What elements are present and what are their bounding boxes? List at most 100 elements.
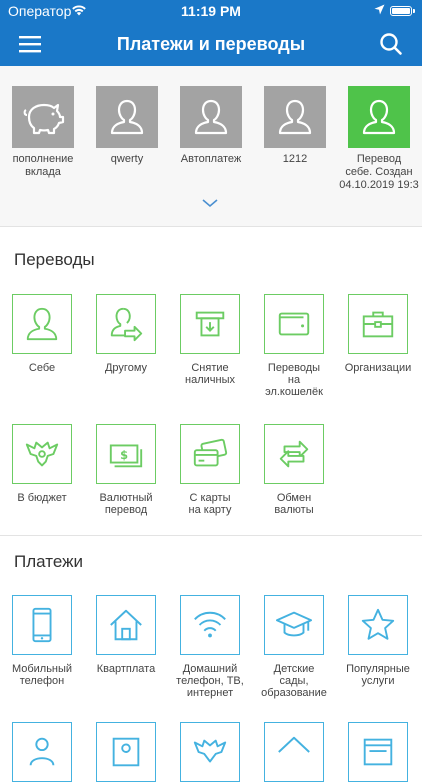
currency-transfer[interactable]: $ Валютный перевод (84, 424, 168, 516)
tile-label: Детские сады, образование (261, 663, 327, 699)
user-icon (26, 307, 58, 341)
payment-tile[interactable] (180, 595, 240, 655)
house-icon (110, 609, 142, 641)
section-title-payments: Платежи (14, 552, 83, 571)
wifi-icon (194, 611, 226, 638)
exchange-icon (279, 440, 309, 468)
recent-item-label: 1212 (282, 153, 308, 165)
transfer-to-other[interactable]: Другому (84, 294, 168, 374)
user-icon (110, 99, 144, 135)
payment-tile[interactable] (264, 722, 324, 782)
user-icon (362, 99, 396, 135)
tile-label: Мобильный телефон (11, 663, 73, 687)
payment-tile[interactable] (348, 722, 408, 782)
emblem-icon (25, 441, 59, 467)
battery-icon (390, 6, 415, 16)
recent-item-label: Перевод себе. Создан 04.10.2019 19:3 (339, 153, 419, 191)
tile-label: Снятие наличных (185, 362, 235, 386)
tile-label: Обмен валюты (274, 492, 314, 516)
card-to-card[interactable]: С карты на карту (168, 424, 252, 516)
payment-utilities[interactable]: Квартплата (84, 595, 168, 675)
recent-tile[interactable] (348, 86, 410, 148)
payment-tile-next-5[interactable] (336, 722, 420, 782)
tile-label: Другому (104, 362, 148, 374)
currency-exchange[interactable]: Обмен валюты (252, 424, 336, 516)
transfer-to-organization[interactable]: Организации (336, 294, 420, 374)
transfer-tile[interactable] (264, 294, 324, 354)
payment-tile[interactable] (96, 722, 156, 782)
graduation-cap-icon (275, 611, 313, 637)
svg-text:$: $ (120, 448, 128, 462)
transfer-tile[interactable] (348, 294, 408, 354)
payment-tile[interactable] (180, 722, 240, 782)
payment-tile[interactable] (12, 595, 72, 655)
transfer-tile[interactable] (264, 424, 324, 484)
tile-label: Валютный перевод (99, 492, 153, 516)
transfer-tile[interactable]: $ (96, 424, 156, 484)
transfer-tile[interactable] (96, 294, 156, 354)
payment-tile-next-2[interactable] (84, 722, 168, 782)
chevron-down-icon[interactable] (201, 198, 219, 208)
mobile-phone-icon (32, 607, 52, 643)
user-icon (278, 99, 312, 135)
briefcase-icon (362, 311, 394, 338)
transfer-tile[interactable] (180, 294, 240, 354)
transfer-to-budget[interactable]: В бюджет (0, 424, 84, 504)
recent-item-qwerty[interactable]: qwerty (85, 86, 169, 166)
payment-tile[interactable] (348, 595, 408, 655)
wallet-icon (278, 312, 310, 336)
tile-label: Популярные услуги (346, 663, 410, 687)
payment-tile[interactable] (264, 595, 324, 655)
document-icon (363, 738, 393, 766)
tile-label: Себе (28, 362, 56, 374)
nav-bar: Платежи и переводы (0, 22, 422, 66)
person-icon (29, 737, 55, 766)
payment-education[interactable]: Детские сады, образование (252, 595, 336, 699)
emblem-icon (193, 739, 227, 763)
recent-item-label: Автоплатеж (180, 153, 242, 165)
cash-withdrawal[interactable]: Снятие наличных (168, 294, 252, 386)
recent-tile[interactable] (264, 86, 326, 148)
location-arrow-icon (374, 4, 385, 15)
tile-label: Домашний телефон, ТВ, интернет (176, 663, 244, 699)
recent-item-self-transfer[interactable]: Перевод себе. Создан 04.10.2019 19:3 (337, 86, 421, 192)
search-icon[interactable] (376, 30, 406, 58)
recent-tile[interactable] (180, 86, 242, 148)
payment-mobile-phone[interactable]: Мобильный телефон (0, 595, 84, 687)
tile-label: Переводы на эл.кошелёк (265, 362, 323, 398)
id-card-icon (112, 737, 140, 767)
divider (0, 535, 422, 536)
transfer-tile[interactable] (12, 424, 72, 484)
recent-item-label: пополнение вклада (12, 153, 74, 178)
atm-icon (195, 311, 225, 337)
payment-home-internet[interactable]: Домашний телефон, ТВ, интернет (168, 595, 252, 699)
tile-label: Квартплата (96, 663, 156, 675)
payment-tile-next-3[interactable] (168, 722, 252, 782)
recent-tile[interactable] (96, 86, 158, 148)
recent-tile[interactable] (12, 86, 74, 148)
user-icon (194, 99, 228, 135)
recent-item-deposit[interactable]: пополнение вклада (1, 86, 85, 179)
user-transfer-icon (110, 307, 143, 342)
payment-tile-next-1[interactable] (0, 722, 84, 782)
clock: 11:19 PM (181, 3, 241, 19)
recent-item-autopay[interactable]: Автоплатеж (169, 86, 253, 166)
page-title: Платежи и переводы (116, 34, 306, 54)
star-icon (361, 608, 395, 640)
house-icon (278, 736, 310, 753)
status-bar: Оператор 11:19 PM (0, 0, 422, 22)
transfer-tile[interactable] (12, 294, 72, 354)
transfer-tile[interactable] (180, 424, 240, 484)
section-title-transfers: Переводы (14, 250, 95, 269)
transfer-to-ewallet[interactable]: Переводы на эл.кошелёк (252, 294, 336, 398)
transfer-to-self[interactable]: Себе (0, 294, 84, 374)
payment-popular-services[interactable]: Популярные услуги (336, 595, 420, 687)
payment-tile[interactable] (96, 595, 156, 655)
tile-label: С карты на карту (188, 492, 232, 516)
recent-item-1212[interactable]: 1212 (253, 86, 337, 166)
cards-icon (193, 438, 228, 467)
tile-label: Организации (344, 362, 412, 374)
payment-tile-next-4[interactable] (252, 722, 336, 782)
tile-label: В бюджет (17, 492, 67, 504)
payment-tile[interactable] (12, 722, 72, 782)
